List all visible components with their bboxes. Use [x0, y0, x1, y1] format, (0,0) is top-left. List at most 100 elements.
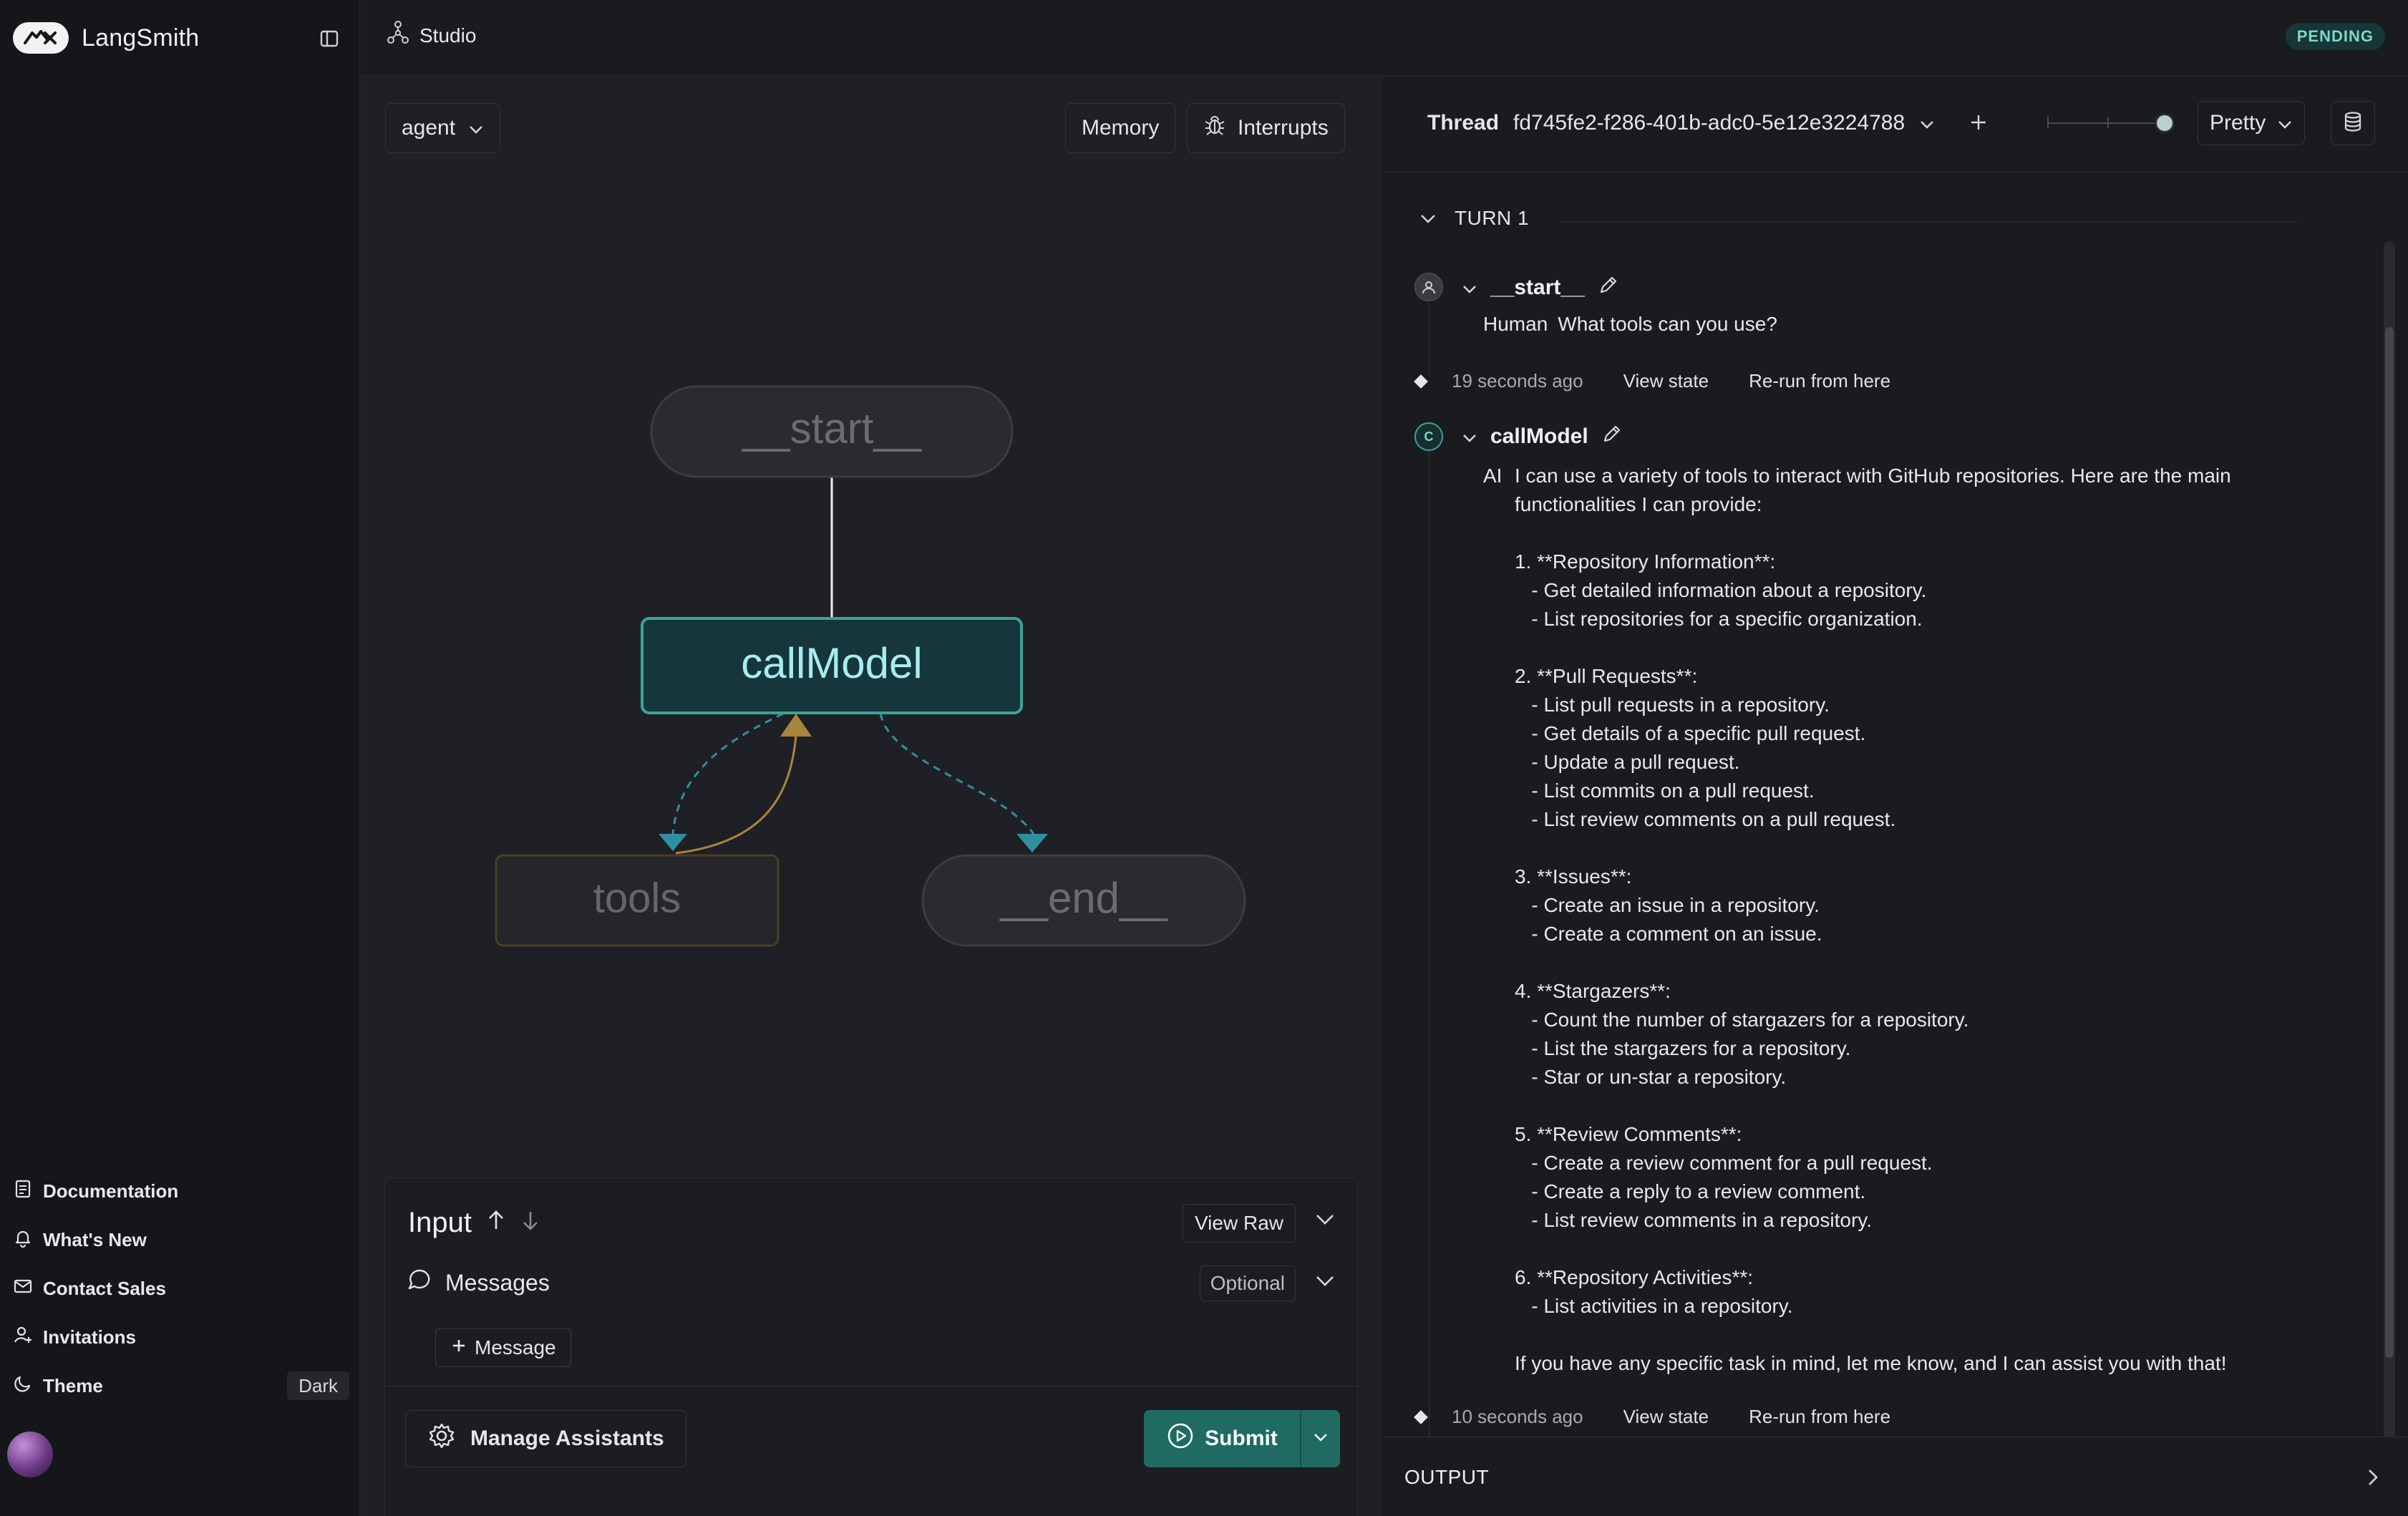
arrow-up-icon[interactable] [486, 1207, 506, 1239]
add-message-button[interactable]: Message [435, 1328, 571, 1367]
thread-id: fd745fe2-f286-401b-adc0-5e12e3224788 [1513, 111, 1905, 135]
messages-label: Messages [445, 1269, 550, 1296]
step-header-start[interactable]: __start__ [1462, 274, 1619, 301]
node-callmodel[interactable]: callModel [641, 617, 1023, 714]
thread-selector[interactable]: Thread fd745fe2-f286-401b-adc0-5e12e3224… [1427, 111, 1935, 135]
submit-button[interactable]: Submit [1144, 1410, 1300, 1467]
studio-breadcrumb[interactable]: Studio [387, 20, 476, 51]
mail-icon [13, 1276, 33, 1301]
chevron-down-icon [1919, 111, 1935, 135]
output-section[interactable]: OUTPUT [1382, 1437, 2408, 1516]
plus-icon [450, 1336, 467, 1359]
message-text: I can use a variety of tools to interact… [1515, 465, 2231, 1374]
view-mode-value: Pretty [2210, 111, 2266, 135]
node-end[interactable]: __end__ [921, 854, 1246, 947]
chat-bubble-icon [407, 1267, 432, 1298]
step-timestamp: 10 seconds ago [1452, 1406, 1583, 1427]
submit-options-button[interactable] [1300, 1410, 1340, 1467]
chevron-down-icon[interactable] [1314, 1213, 1336, 1230]
sidebar: LangSmith Documentation What's New Conta… [0, 0, 360, 1516]
chevron-right-icon [2366, 1467, 2379, 1491]
view-raw-button[interactable]: View Raw [1183, 1204, 1296, 1243]
divider [1560, 221, 2298, 222]
pencil-icon[interactable] [1598, 274, 1619, 301]
slider-tick [2047, 117, 2049, 128]
view-mode-select[interactable]: Pretty [2198, 101, 2306, 145]
step-meta-row: 19 seconds ago View state Re-run from he… [1414, 370, 1931, 392]
rerun-link[interactable]: Re-run from here [1749, 370, 1890, 392]
sidebar-item-whats-new[interactable]: What's New [13, 1215, 349, 1264]
sidebar-item-label: What's New [43, 1228, 147, 1250]
human-avatar-icon [1414, 273, 1443, 301]
brand[interactable]: LangSmith [13, 20, 199, 56]
submit-label: Submit [1205, 1427, 1278, 1450]
thread-panel: Thread fd745fe2-f286-401b-adc0-5e12e3224… [1381, 77, 2408, 1516]
arrow-down-icon[interactable] [520, 1207, 540, 1239]
user-plus-icon [13, 1325, 33, 1350]
turn-header[interactable]: TURN 1 [1419, 207, 1529, 230]
message-text: What tools can you use? [1558, 313, 1777, 335]
chevron-down-icon[interactable] [1314, 1274, 1336, 1292]
sidebar-item-theme[interactable]: Theme Dark [13, 1361, 349, 1410]
manage-assistants-label: Manage Assistants [470, 1427, 664, 1450]
sidebar-item-documentation[interactable]: Documentation [13, 1167, 349, 1215]
time-travel-slider[interactable] [2047, 113, 2175, 133]
node-avatar: C [1414, 422, 1443, 451]
brand-name: LangSmith [82, 24, 200, 52]
sidebar-item-label: Theme [43, 1374, 103, 1396]
chevron-down-icon [1462, 276, 1477, 300]
status-badge: PENDING [2285, 23, 2385, 50]
step-node-name: __start__ [1490, 276, 1585, 299]
edge-callmodel-to-tools [671, 712, 784, 835]
node-tools[interactable]: tools [495, 854, 780, 947]
play-circle-icon [1166, 1422, 1195, 1456]
node-end-label: __end__ [999, 874, 1168, 922]
scrollbar-thumb[interactable] [2385, 327, 2394, 1358]
graph-panel: agent Memory Interrupts __start__ callMo… [361, 77, 1380, 1516]
optional-badge: Optional [1199, 1265, 1296, 1301]
graph-canvas: __start__ callModel tools __end__ [495, 385, 1246, 947]
sidebar-toggle-icon[interactable] [315, 24, 344, 53]
graph-nodes-icon [387, 20, 409, 51]
view-state-link[interactable]: View state [1623, 1406, 1709, 1428]
sidebar-item-invitations[interactable]: Invitations [13, 1313, 349, 1361]
rerun-link[interactable]: Re-run from here [1749, 1406, 1890, 1428]
manage-assistants-button[interactable]: Manage Assistants [405, 1410, 686, 1467]
human-message: Human What tools can you use? [1483, 313, 1777, 336]
database-button[interactable] [2331, 101, 2375, 145]
view-state-link[interactable]: View state [1623, 370, 1709, 392]
langsmith-logo-icon [13, 22, 69, 54]
pencil-icon[interactable] [1601, 423, 1623, 450]
scrollbar[interactable] [2384, 241, 2395, 1458]
input-panel: Input View Raw Messages Optional Message… [384, 1177, 1358, 1516]
thread-toolbar: Thread fd745fe2-f286-401b-adc0-5e12e3224… [1382, 77, 2408, 173]
slider-knob[interactable] [2155, 113, 2175, 133]
turn-label: TURN 1 [1455, 207, 1530, 229]
add-message-label: Message [475, 1336, 556, 1359]
avatar[interactable] [7, 1432, 53, 1477]
step-timestamp: 19 seconds ago [1452, 370, 1583, 392]
moon-icon [13, 1374, 33, 1399]
edge-arrowhead [1016, 834, 1048, 852]
diamond-icon [1414, 374, 1428, 389]
top-bar: Studio PENDING [361, 0, 2408, 76]
node-start[interactable]: __start__ [650, 385, 1014, 478]
sidebar-item-label: Contact Sales [43, 1277, 166, 1299]
step-header-callmodel[interactable]: callModel [1462, 423, 1623, 450]
message-role: Human [1483, 313, 1548, 335]
step-meta-row: 10 seconds ago View state Re-run from he… [1414, 1406, 1931, 1428]
new-thread-plus-icon[interactable] [1968, 112, 1989, 136]
node-start-label: __start__ [742, 404, 923, 452]
diamond-icon [1414, 1409, 1428, 1424]
chevron-down-icon [1462, 424, 1477, 449]
sidebar-item-label: Documentation [43, 1180, 179, 1202]
node-tools-label: tools [593, 875, 681, 921]
output-label: OUTPUT [1404, 1466, 1490, 1488]
sidebar-links: Documentation What's New Contact Sales I… [13, 1167, 349, 1410]
document-icon [13, 1179, 33, 1204]
sidebar-item-contact-sales[interactable]: Contact Sales [13, 1264, 349, 1313]
messages-field-label: Messages [407, 1267, 550, 1298]
theme-value[interactable]: Dark [287, 1371, 349, 1400]
slider-tick [2107, 117, 2109, 128]
studio-label: Studio [419, 24, 477, 47]
